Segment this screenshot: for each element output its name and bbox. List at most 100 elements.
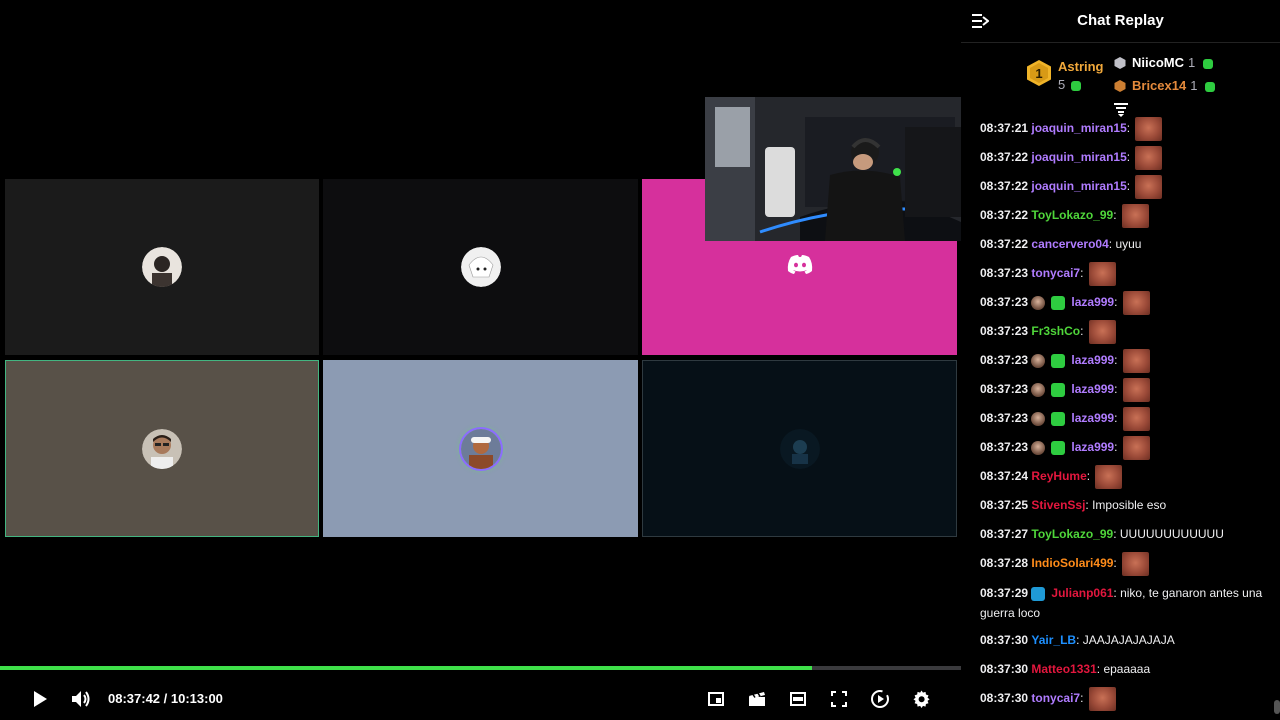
chat-message: 08:37:30 Matteo1331: epaaaaa (980, 662, 1151, 676)
face-badge-icon (1031, 440, 1046, 455)
miniplayer-button[interactable] (705, 688, 727, 710)
chat-message: 08:37:23 laza999: (980, 288, 1272, 317)
time-display: 08:37:42 / 10:13:00 (108, 691, 223, 706)
message-username[interactable]: tonycai7 (1031, 691, 1080, 705)
message-text: UUUUUUUUUUUU (1119, 527, 1224, 541)
volume-button[interactable] (70, 688, 92, 710)
miniplayer-icon (708, 692, 724, 706)
playback-speed-button[interactable] (869, 688, 891, 710)
participant-avatar (460, 428, 501, 469)
message-username[interactable]: laza999 (1071, 295, 1114, 309)
player-controls: 08:37:42 / 10:13:00 (0, 680, 961, 720)
green-badge-icon (1051, 382, 1066, 397)
rank-three-badge-icon (1114, 80, 1126, 92)
chat-message: 08:37:23 laza999: (980, 346, 1272, 375)
chat-message: 08:37:21 joaquin_miran15: (980, 114, 1272, 143)
message-timestamp: 08:37:29 (980, 586, 1029, 600)
face-badge-icon (1031, 295, 1046, 310)
emote-icon (1088, 686, 1116, 711)
message-username[interactable]: Julianp061 (1051, 586, 1113, 600)
gift-icon (1202, 58, 1213, 69)
message-text: epaaaaa (1103, 662, 1151, 676)
message-timestamp: 08:37:23 (980, 353, 1029, 367)
leaderboard-second[interactable]: NiicoMC 1 (1114, 55, 1219, 70)
chat-scrollbar[interactable] (1274, 700, 1280, 714)
emote-icon (1122, 435, 1150, 460)
message-text: uyuu (1115, 237, 1142, 251)
emote-icon (1122, 348, 1150, 373)
green-badge-icon (1051, 440, 1066, 455)
message-timestamp: 08:37:30 (980, 633, 1029, 647)
clip-button[interactable] (746, 688, 768, 710)
streamer-webcam (705, 97, 961, 241)
message-timestamp: 08:37:21 (980, 121, 1029, 135)
participant-avatar (142, 428, 182, 469)
message-username[interactable]: joaquin_miran15 (1031, 121, 1126, 135)
fullscreen-button[interactable] (828, 688, 850, 710)
gift-icon (1070, 80, 1081, 91)
message-username[interactable]: ReyHume (1031, 469, 1086, 483)
chat-message: 08:37:23 Fr3shCo: (980, 317, 1272, 346)
participant-tile (323, 179, 638, 355)
chat-panel: Chat Replay 1 Astring 5 NiicoMC 1 Bricex1… (961, 0, 1280, 720)
message-timestamp: 08:37:22 (980, 237, 1029, 251)
chat-message: 08:37:22 cancervero04: uyuu (980, 237, 1142, 251)
message-username[interactable]: cancervero04 (1031, 237, 1108, 251)
message-username[interactable]: IndioSolari499 (1031, 556, 1113, 570)
message-text: Imposible eso (1092, 498, 1167, 512)
chat-message: 08:37:23 laza999: (980, 433, 1272, 462)
message-timestamp: 08:37:22 (980, 208, 1029, 222)
chat-header: Chat Replay (961, 0, 1280, 42)
chat-message: 08:37:29 Julianp061: niko, te ganaron an… (980, 586, 1263, 620)
settings-button[interactable] (911, 688, 933, 710)
participant-tile-speaking (5, 360, 319, 537)
play-button[interactable] (29, 688, 51, 710)
chat-message: 08:37:30 Yair_LB: JAAJAJAJAJAJA (980, 633, 1175, 647)
message-timestamp: 08:37:22 (980, 179, 1029, 193)
message-username[interactable]: joaquin_miran15 (1031, 150, 1126, 164)
message-username[interactable]: laza999 (1071, 382, 1114, 396)
chat-messages: 08:37:21 joaquin_miran15: 08:37:22 joaqu… (980, 114, 1272, 713)
message-username[interactable]: laza999 (1071, 440, 1114, 454)
message-timestamp: 08:37:23 (980, 266, 1029, 280)
message-text: JAAJAJAJAJAJA (1082, 633, 1175, 647)
emote-icon (1122, 290, 1150, 315)
chat-message: 08:37:23 laza999: (980, 404, 1272, 433)
message-username[interactable]: tonycai7 (1031, 266, 1080, 280)
chat-message: 08:37:30 tonycai7: (980, 684, 1272, 713)
emote-icon (1135, 145, 1163, 170)
message-username[interactable]: laza999 (1071, 353, 1114, 367)
green-badge-icon (1051, 411, 1066, 426)
green-badge-icon (1051, 353, 1066, 368)
message-username[interactable]: Matteo1331 (1031, 662, 1096, 676)
emote-icon (1095, 464, 1123, 489)
face-badge-icon (1031, 411, 1046, 426)
message-timestamp: 08:37:23 (980, 440, 1029, 454)
progress-bar[interactable] (0, 666, 961, 670)
chat-title: Chat Replay (1077, 12, 1164, 29)
message-username[interactable]: ToyLokazo_99 (1031, 208, 1113, 222)
chat-message: 08:37:22 joaquin_miran15: (980, 143, 1272, 172)
message-timestamp: 08:37:23 (980, 324, 1029, 338)
message-username[interactable]: Yair_LB (1031, 633, 1076, 647)
theater-mode-button[interactable] (787, 688, 809, 710)
chat-message: 08:37:24 ReyHume: (980, 462, 1272, 491)
message-username[interactable]: StivenSsj (1031, 498, 1085, 512)
play-icon (34, 691, 47, 707)
message-username[interactable]: Fr3shCo (1031, 324, 1080, 338)
face-badge-icon (1031, 353, 1046, 368)
message-username[interactable]: laza999 (1071, 411, 1114, 425)
leaderboard-third[interactable]: Bricex14 1 (1114, 78, 1221, 93)
clapperboard-icon (749, 692, 765, 706)
message-timestamp: 08:37:27 (980, 527, 1029, 541)
message-username[interactable]: ToyLokazo_99 (1031, 527, 1113, 541)
playback-speed-icon (871, 690, 889, 708)
chat-message: 08:37:23 laza999: (980, 375, 1272, 404)
message-username[interactable]: joaquin_miran15 (1031, 179, 1126, 193)
message-timestamp: 08:37:28 (980, 556, 1029, 570)
message-timestamp: 08:37:25 (980, 498, 1029, 512)
message-timestamp: 08:37:22 (980, 150, 1029, 164)
face-badge-icon (1031, 382, 1046, 397)
gift-icon (1205, 81, 1216, 92)
video-player[interactable]: 08:37:42 / 10:13:00 (0, 0, 961, 720)
